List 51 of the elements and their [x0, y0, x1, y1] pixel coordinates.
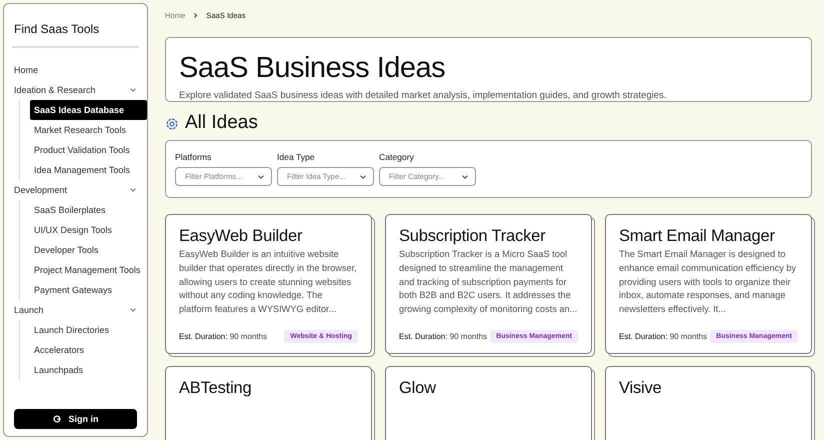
chevron-icon[interactable]: [129, 306, 137, 314]
nav-item[interactable]: Market Research Tools: [30, 120, 147, 140]
chevron-icon: [257, 172, 265, 180]
chevron-icon: [461, 172, 469, 180]
filter-label: Idea Type: [277, 152, 316, 162]
nav-item[interactable]: SaaS Boilerplates: [30, 200, 147, 220]
idea-card[interactable]: [165, 214, 372, 354]
card-title: Glow: [399, 379, 437, 398]
nav-item[interactable]: Developer Tools: [30, 240, 147, 260]
idea-card[interactable]: [605, 214, 812, 354]
nav-item[interactable]: Launch: [14, 305, 44, 315]
card-title: EasyWeb Builder: [179, 227, 304, 246]
page-subtitle: Explore validated SaaS business ideas with detailed market analysis, implementation guides, and growth strategies.: [179, 90, 668, 101]
sign-in-button[interactable]: Sign in: [14, 409, 137, 429]
google-icon: [52, 415, 60, 423]
nav-item[interactable]: SaaS Ideas Database: [30, 100, 147, 120]
chevron-icon: [359, 172, 367, 180]
card-title: ABTesting: [179, 379, 252, 398]
card-description: Subscription Tracker is a Micro SaaS tool designed to streamline the management and tracking of subscription payments for both B2B and B2C users. It addresses the growing complexity of monitoring costs an...: [399, 248, 578, 316]
card-title: Smart Email Manager: [619, 227, 776, 246]
chevron-right-icon: [192, 12, 200, 19]
idea-card[interactable]: Glow: [385, 366, 592, 440]
gear-icon: [165, 117, 179, 131]
section-title: All Ideas: [185, 112, 258, 134]
chevron-icon[interactable]: [129, 86, 137, 94]
card-description: The Smart Email Manager is designed to enhance email communication efficiency by providing users with tools to organize their inbox, automate responses, and manage newsletters effectively. It...: [619, 248, 798, 316]
duration-text: Est. Duration: 90 months: [179, 332, 268, 341]
nav-item[interactable]: Development: [14, 185, 68, 195]
chevron-icon[interactable]: [129, 186, 137, 194]
nav-item[interactable]: Idea Management Tools: [30, 160, 147, 180]
nav-item[interactable]: Launchpads: [30, 360, 147, 380]
nav-item[interactable]: Accelerators: [30, 340, 147, 360]
card-title: Visive: [619, 379, 663, 398]
sidebar-title: Find Saas Tools: [12, 4, 139, 48]
nav-item[interactable]: Launch Directories: [30, 320, 147, 340]
filter-label: Category: [379, 152, 415, 162]
idea-card[interactable]: Visive: [605, 366, 812, 440]
page-title: SaaS Business Ideas: [179, 52, 446, 85]
nav-item[interactable]: Payment Gateways: [30, 280, 147, 300]
nav-item[interactable]: Product Validation Tools: [30, 140, 147, 160]
duration-text: Est. Duration: 90 months: [399, 332, 488, 341]
idea-card[interactable]: [385, 214, 592, 354]
nav-item[interactable]: Home: [14, 65, 38, 75]
card-description: EasyWeb Builder is an intuitive website builder that operates directly in the browser, allowing users to create stunning websites without any coding knowledge. The platform features a WYSIWYG editor...: [179, 248, 358, 316]
nav-item[interactable]: Project Management Tools: [30, 260, 147, 280]
filter-label: Platforms: [175, 152, 212, 162]
idea-card[interactable]: ABTesting: [165, 366, 372, 440]
nav-item[interactable]: Ideation & Research: [14, 85, 96, 95]
duration-text: Est. Duration: 90 months: [619, 332, 708, 341]
nav-item[interactable]: UI/UX Design Tools: [30, 220, 147, 240]
card-title: Subscription Tracker: [399, 227, 546, 246]
